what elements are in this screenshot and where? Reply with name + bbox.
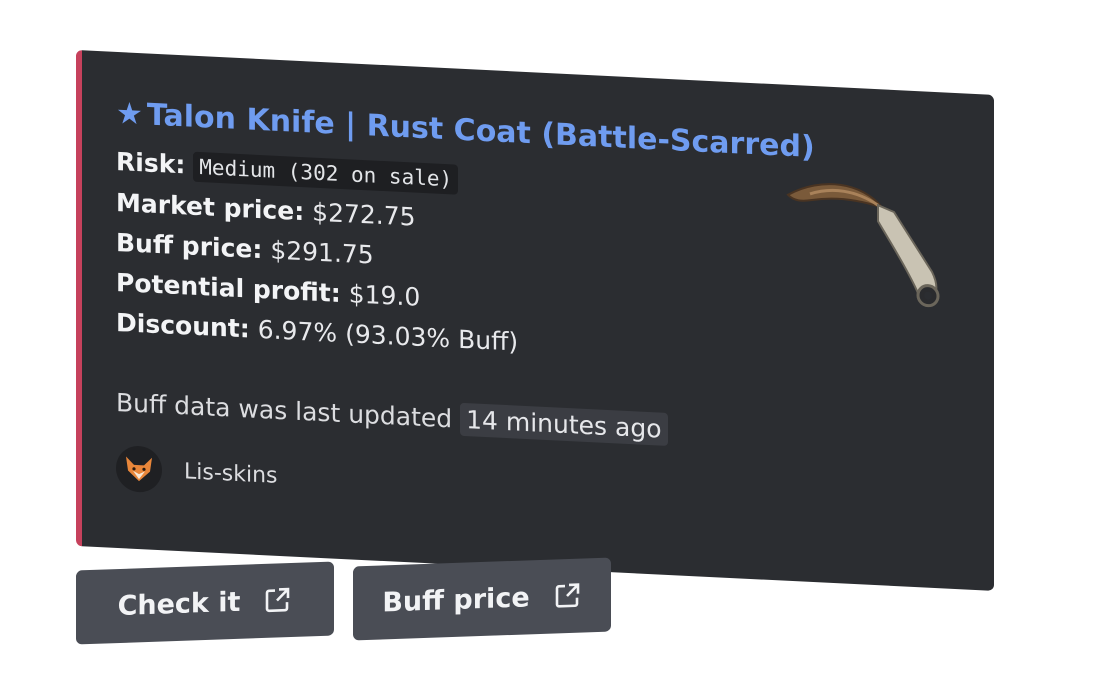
buff-price-label: Buff price: xyxy=(116,227,263,265)
footer-author: Lis-skins xyxy=(184,458,278,489)
embed-footer: Lis-skins xyxy=(116,444,776,523)
market-price-label: Market price: xyxy=(116,187,305,227)
knife-icon[interactable] xyxy=(782,173,952,321)
discord-message: ★ Talon Knife | Rust Coat (Battle-Scarred… xyxy=(0,0,1118,698)
updated-line: Buff data was last updated 14 minutes ag… xyxy=(116,383,776,455)
discount-label: Discount: xyxy=(116,307,250,344)
profit-label: Potential profit: xyxy=(116,267,341,308)
external-link-icon xyxy=(266,587,290,613)
star-icon: ★ xyxy=(116,95,143,133)
market-price-value: $272.75 xyxy=(312,197,416,232)
embed-card: ★ Talon Knife | Rust Coat (Battle-Scarred… xyxy=(76,50,994,591)
updated-timestamp[interactable]: 14 minutes ago xyxy=(460,402,668,446)
buff-price-button[interactable]: Buff price xyxy=(353,557,611,641)
check-it-button[interactable]: Check it xyxy=(76,561,334,645)
check-it-label[interactable]: Check it xyxy=(118,586,241,621)
discount-value: 6.97% (93.03% Buff) xyxy=(257,314,519,357)
buff-price-button-label[interactable]: Buff price xyxy=(382,582,529,618)
buff-price-value: $291.75 xyxy=(270,235,374,270)
profit-value: $19.0 xyxy=(348,279,421,312)
external-link-icon xyxy=(555,583,579,608)
fox-icon xyxy=(116,444,162,494)
risk-label: Risk: xyxy=(116,146,186,180)
embed-body: ★ Talon Knife | Rust Coat (Battle-Scarred… xyxy=(116,95,815,523)
updated-text: Buff data was last updated xyxy=(116,387,453,434)
